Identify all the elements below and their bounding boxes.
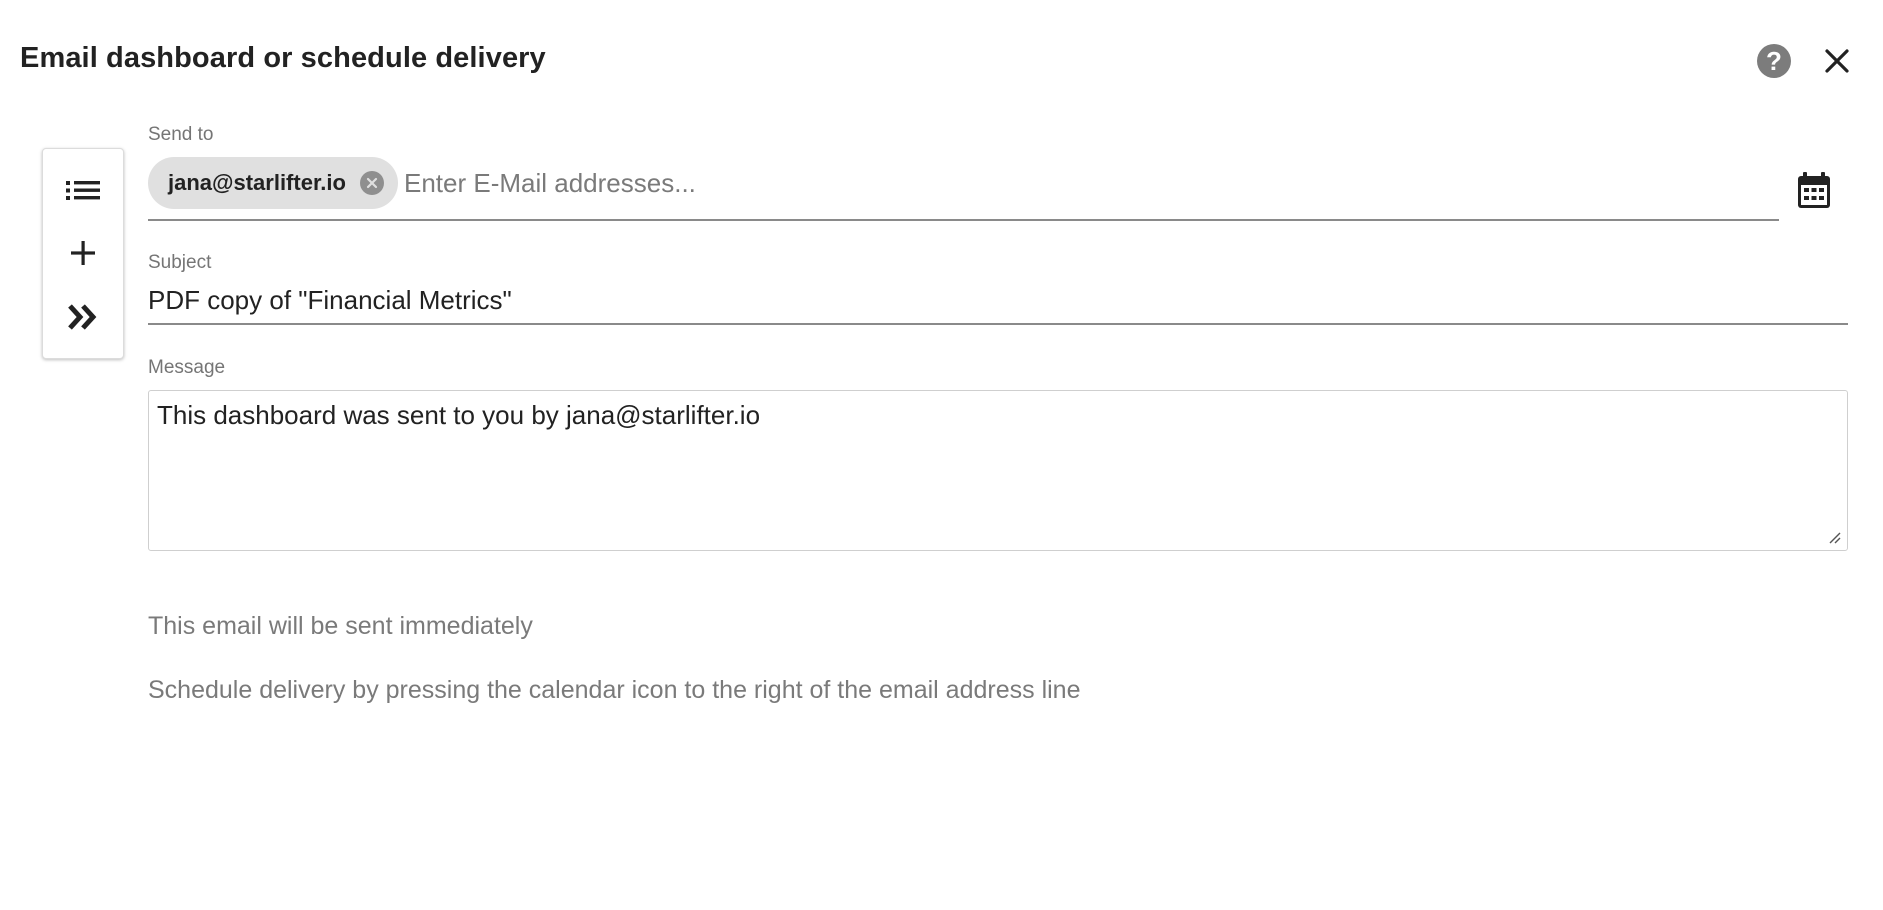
message-field: This dashboard was sent to you by jana@s…	[148, 390, 1848, 551]
schedule-hint: Schedule delivery by pressing the calend…	[148, 676, 1081, 704]
remove-recipient-icon[interactable]	[359, 171, 384, 195]
email-dialog: Email dashboard or schedule delivery ? S…	[0, 0, 1883, 910]
dialog-title: Email dashboard or schedule delivery	[20, 42, 546, 74]
recipient-chip: jana@starlifter.io	[148, 157, 398, 209]
calendar-icon[interactable]	[1796, 170, 1832, 210]
send-immediately-notice: This email will be sent immediately	[148, 612, 533, 640]
subject-label: Subject	[148, 252, 212, 273]
close-icon[interactable]	[1820, 44, 1854, 78]
subject-field	[148, 281, 1848, 325]
email-address-input[interactable]	[404, 163, 1764, 203]
send-to-label: Send to	[148, 124, 214, 145]
message-label: Message	[148, 357, 226, 378]
send-to-field[interactable]: jana@starlifter.io	[148, 157, 1779, 221]
resize-handle-icon[interactable]	[1827, 530, 1841, 544]
list-icon[interactable]	[43, 162, 123, 218]
subject-input[interactable]	[148, 283, 1838, 317]
side-toolbar	[42, 148, 124, 359]
plus-icon[interactable]	[43, 225, 123, 281]
help-icon[interactable]: ?	[1757, 44, 1791, 78]
double-chevron-right-icon[interactable]	[43, 289, 123, 345]
recipient-chip-label: jana@starlifter.io	[168, 170, 346, 195]
message-textarea[interactable]: This dashboard was sent to you by jana@s…	[157, 399, 1837, 539]
help-glyph: ?	[1766, 45, 1782, 76]
